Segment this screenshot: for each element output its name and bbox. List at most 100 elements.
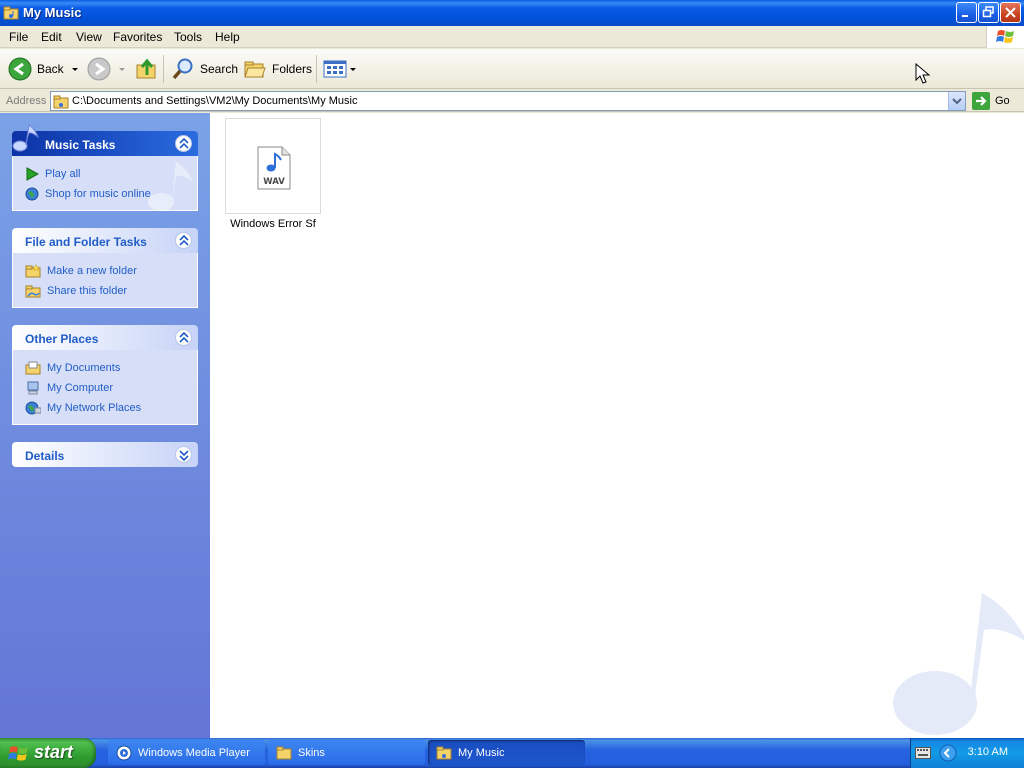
- toolbar: Back Search Folders: [0, 49, 1024, 89]
- menu-tools[interactable]: Tools: [174, 30, 202, 44]
- file-folder-tasks-panel: File and Folder Tasks Make a new folder …: [12, 228, 198, 308]
- play-icon: [26, 167, 39, 181]
- taskbar: start Windows Media Player Skins My Musi…: [0, 738, 1024, 768]
- chevron-up-double-icon: [179, 332, 189, 343]
- back-button[interactable]: Back: [8, 55, 78, 83]
- details-header[interactable]: Details: [12, 442, 198, 467]
- restore-button[interactable]: [978, 2, 999, 23]
- share-folder-icon: [25, 285, 41, 298]
- menu-file[interactable]: File: [9, 30, 28, 44]
- task-share-folder[interactable]: Share this folder: [13, 281, 197, 301]
- folder-icon: [276, 746, 292, 759]
- network-places-icon: [25, 401, 41, 415]
- music-note-icon: [12, 124, 40, 152]
- start-button[interactable]: start: [0, 738, 96, 768]
- other-places-header[interactable]: Other Places: [12, 325, 198, 350]
- forward-button[interactable]: [87, 55, 125, 83]
- folders-button[interactable]: Folders: [243, 55, 312, 83]
- wav-file-icon: WAV: [257, 146, 291, 190]
- address-bar: Address C:\Documents and Settings\VM2\My…: [0, 90, 1024, 112]
- views-icon: [323, 60, 347, 78]
- forward-dropdown-icon[interactable]: [119, 67, 125, 71]
- place-label: My Network Places: [47, 402, 142, 414]
- taskbar-button-label: My Music: [458, 746, 505, 759]
- taskbar-button-label: Windows Media Player: [138, 746, 250, 759]
- address-label: Address: [6, 95, 47, 107]
- title-bar[interactable]: My Music: [0, 0, 1024, 26]
- other-places-collapse-button[interactable]: [175, 329, 192, 346]
- file-view[interactable]: WAV Windows Error Sf: [210, 113, 1024, 738]
- file-thumbnail[interactable]: WAV: [225, 118, 321, 214]
- tray-expand-icon[interactable]: [939, 744, 957, 762]
- search-icon: [172, 58, 193, 80]
- windows-logo-icon: [8, 746, 28, 761]
- details-title: Details: [25, 449, 65, 463]
- chevron-down-icon: [952, 98, 962, 105]
- place-my-computer[interactable]: My Computer: [13, 378, 197, 398]
- music-folder-icon: [436, 746, 452, 759]
- start-label: start: [34, 742, 74, 762]
- other-places-title: Other Places: [25, 332, 99, 346]
- task-label: Make a new folder: [47, 265, 137, 277]
- taskbar-button-skins[interactable]: Skins: [268, 740, 425, 765]
- minimize-button[interactable]: [956, 2, 977, 23]
- menu-view[interactable]: View: [76, 30, 102, 44]
- chevron-up-double-icon: [179, 138, 189, 149]
- file-badge: WAV: [263, 177, 285, 187]
- my-computer-icon: [27, 381, 39, 395]
- mouse-cursor-icon: [915, 63, 931, 84]
- music-tasks-header[interactable]: Music Tasks: [12, 124, 198, 156]
- media-player-icon: [116, 745, 132, 760]
- music-folder-icon: [3, 5, 19, 21]
- place-my-documents[interactable]: My Documents: [13, 358, 197, 378]
- music-tasks-body: Play all Shop for music online: [12, 156, 198, 211]
- details-panel: Details: [12, 442, 198, 467]
- back-label: Back: [37, 62, 64, 76]
- file-folder-tasks-collapse-button[interactable]: [175, 232, 192, 249]
- folders-icon: [244, 61, 266, 78]
- folder-up-icon: [136, 58, 156, 79]
- go-arrow-icon: [972, 92, 990, 110]
- task-make-new-folder[interactable]: Make a new folder: [13, 261, 197, 281]
- views-button[interactable]: [323, 55, 356, 83]
- menu-help[interactable]: Help: [215, 30, 240, 44]
- go-button[interactable]: Go: [972, 92, 1010, 110]
- globe-icon: [25, 187, 39, 201]
- taskbar-button-my-music[interactable]: My Music: [428, 740, 585, 765]
- close-button[interactable]: [1000, 2, 1021, 23]
- windows-logo-icon: [986, 26, 1024, 48]
- clock[interactable]: 3:10 AM: [968, 746, 1008, 758]
- toolbar-separator: [316, 55, 317, 83]
- task-shop-online[interactable]: Shop for music online: [13, 184, 197, 204]
- place-my-network-places[interactable]: My Network Places: [13, 398, 197, 418]
- place-label: My Computer: [47, 382, 114, 394]
- back-arrow-icon: [8, 57, 32, 81]
- keyboard-icon: [915, 747, 931, 759]
- folders-label: Folders: [272, 62, 313, 76]
- chevron-down-double-icon: [179, 450, 189, 461]
- up-button[interactable]: [135, 55, 159, 83]
- chevron-up-double-icon: [179, 235, 189, 246]
- task-label: Play all: [45, 168, 81, 180]
- search-button[interactable]: Search: [171, 55, 238, 83]
- file-folder-tasks-header[interactable]: File and Folder Tasks: [12, 228, 198, 253]
- my-documents-icon: [25, 361, 41, 375]
- address-dropdown-button[interactable]: [948, 92, 965, 110]
- address-input[interactable]: C:\Documents and Settings\VM2\My Documen…: [50, 91, 966, 111]
- task-label: Shop for music online: [45, 188, 151, 200]
- task-play-all[interactable]: Play all: [13, 164, 197, 184]
- details-expand-button[interactable]: [175, 446, 192, 463]
- back-dropdown-icon[interactable]: [71, 67, 78, 71]
- taskbar-button-windows-media-player[interactable]: Windows Media Player: [108, 740, 265, 765]
- new-folder-icon: [25, 264, 41, 278]
- file-item[interactable]: WAV Windows Error Sf: [225, 118, 321, 230]
- menu-edit[interactable]: Edit: [41, 30, 62, 44]
- music-tasks-collapse-button[interactable]: [175, 135, 192, 152]
- file-folder-tasks-body: Make a new folder Share this folder: [12, 253, 198, 308]
- music-tasks-panel: Music Tasks Play all Shop for music onli…: [12, 124, 198, 211]
- place-label: My Documents: [47, 362, 121, 374]
- menu-favorites[interactable]: Favorites: [113, 30, 162, 44]
- views-dropdown-icon[interactable]: [350, 67, 356, 71]
- other-places-panel: Other Places My Documents My Computer My…: [12, 325, 198, 425]
- go-label: Go: [995, 95, 1010, 107]
